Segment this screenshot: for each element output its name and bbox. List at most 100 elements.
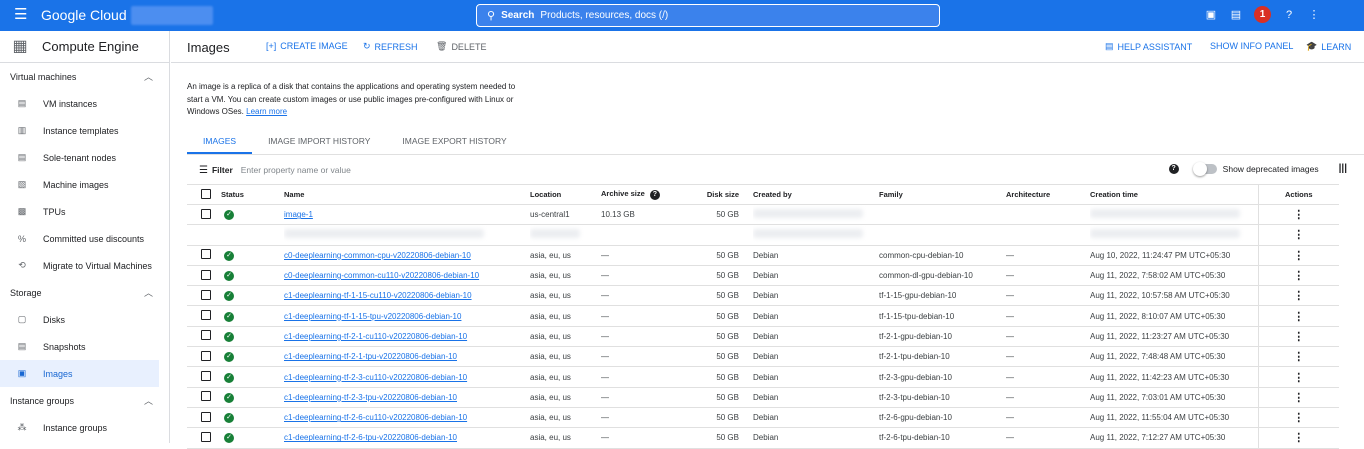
- image-name-link[interactable]: image-1: [284, 210, 313, 219]
- image-name-link[interactable]: c1-deeplearning-tf-1-15-tpu-v20220806-de…: [284, 312, 461, 321]
- image-name-link[interactable]: c1-deeplearning-tf-2-1-tpu-v20220806-deb…: [284, 352, 457, 361]
- image-name-link[interactable]: c1-deeplearning-tf-2-1-cu110-v20220806-d…: [284, 332, 467, 341]
- sidebar-item-snapshots[interactable]: ▤ Snapshots: [0, 333, 169, 360]
- row-checkbox[interactable]: [201, 269, 211, 280]
- col-created-by[interactable]: Created by: [753, 184, 879, 205]
- tab-image-export-history[interactable]: IMAGE EXPORT HISTORY: [386, 130, 522, 154]
- menu-icon[interactable]: ☰: [14, 7, 28, 22]
- help-assistant-button[interactable]: ▤ HELP ASSISTANT: [1105, 41, 1192, 52]
- more-actions-icon[interactable]: ⋮: [1257, 245, 1339, 266]
- disk-size-cell: 50 GB: [683, 326, 753, 348]
- row-checkbox[interactable]: [201, 391, 211, 402]
- sidebar-item-vm-instances[interactable]: ▤ VM instances: [0, 90, 169, 117]
- filter-input[interactable]: Enter property name or value: [241, 165, 351, 175]
- row-checkbox[interactable]: [201, 371, 211, 382]
- more-vert-icon[interactable]: ⋮: [1307, 8, 1321, 21]
- help-icon[interactable]: ?: [1282, 9, 1296, 21]
- sidebar-item-instance-templates[interactable]: ▥ Instance templates: [0, 117, 169, 144]
- create-image-button[interactable]: [+] CREATE IMAGE: [266, 41, 348, 51]
- learn-button[interactable]: 🎓 LEARN: [1306, 41, 1351, 52]
- sidebar-item-committed-use-discounts[interactable]: % Committed use discounts: [0, 225, 169, 252]
- more-actions-icon[interactable]: ⋮: [1257, 427, 1339, 449]
- delete-button[interactable]: 🗑 DELETE: [436, 41, 486, 52]
- image-name-link[interactable]: c1-deeplearning-tf-2-3-cu110-v20220806-d…: [284, 373, 467, 382]
- section-virtual-machines[interactable]: Virtual machines ︿: [0, 63, 169, 90]
- search-bar[interactable]: ⚲ Search Products, resources, docs (/): [476, 4, 940, 27]
- image-name-link[interactable]: c1-deeplearning-tf-2-6-tpu-v20220806-deb…: [284, 433, 457, 442]
- help-circle-icon[interactable]: ?: [649, 190, 660, 200]
- learn-more-link[interactable]: Learn more: [246, 107, 287, 116]
- brand-logo[interactable]: Google Cloud: [41, 7, 127, 23]
- col-creation-time[interactable]: Creation time: [1090, 184, 1258, 205]
- section-storage[interactable]: Storage ︿: [0, 279, 169, 306]
- image-name-link[interactable]: c1-deeplearning-tf-2-6-cu110-v20220806-d…: [284, 413, 467, 422]
- sidebar-item-sole-tenant-nodes[interactable]: ▤ Sole-tenant nodes: [0, 144, 169, 171]
- row-checkbox[interactable]: [201, 411, 211, 422]
- sidebar-item-tpus[interactable]: ▩ TPUs: [0, 198, 169, 225]
- sidebar-item-machine-images[interactable]: ▧ Machine images: [0, 171, 169, 198]
- sidebar-item-images[interactable]: ▣ Images: [0, 360, 159, 387]
- image-name-link[interactable]: c0-deeplearning-common-cpu-v20220806-deb…: [284, 251, 471, 260]
- sidebar-item-instance-groups[interactable]: ⁂ Instance groups: [0, 414, 169, 441]
- show-info-panel-button[interactable]: SHOW INFO PANEL: [1210, 41, 1293, 51]
- more-actions-icon[interactable]: ⋮: [1257, 346, 1339, 368]
- row-checkbox[interactable]: [201, 310, 211, 321]
- row-select-cell: [187, 366, 221, 388]
- archive-size-label: Archive size: [601, 189, 645, 198]
- location-cell: asia, eu, us: [530, 427, 601, 449]
- col-status[interactable]: Status: [221, 184, 284, 205]
- col-architecture[interactable]: Architecture: [1006, 184, 1090, 205]
- vm-icon: ▤: [17, 98, 27, 108]
- more-actions-icon[interactable]: ⋮: [1257, 265, 1339, 287]
- col-family[interactable]: Family: [879, 184, 1006, 205]
- row-checkbox[interactable]: [201, 208, 211, 219]
- row-checkbox[interactable]: [201, 289, 211, 300]
- sidebar-item-disks[interactable]: ▢ Disks: [0, 306, 169, 333]
- image-name-link[interactable]: c1-deeplearning-tf-1-15-cu110-v20220806-…: [284, 291, 472, 300]
- sidebar-item-migrate[interactable]: ⟲ Migrate to Virtual Machines: [0, 252, 169, 279]
- more-actions-icon[interactable]: ⋮: [1257, 305, 1339, 327]
- col-name[interactable]: Name: [284, 184, 530, 205]
- more-actions-icon[interactable]: ⋮: [1257, 224, 1339, 246]
- deprecated-toggle[interactable]: [1192, 161, 1217, 176]
- column-display-icon[interactable]: |||: [1339, 163, 1347, 174]
- col-location[interactable]: Location: [530, 184, 601, 205]
- row-checkbox[interactable]: [201, 330, 211, 341]
- cloud-shell-icon[interactable]: ▤: [1229, 8, 1243, 21]
- disk-size-cell: 50 GB: [683, 285, 753, 307]
- status-cell: ✓: [221, 285, 284, 307]
- location-cell: us-central1: [530, 204, 601, 226]
- row-select-cell: [187, 285, 221, 307]
- select-all-checkbox[interactable]: [201, 188, 211, 199]
- image-name-link[interactable]: c1-deeplearning-tf-2-3-tpu-v20220806-deb…: [284, 393, 457, 402]
- tab-image-import-history[interactable]: IMAGE IMPORT HISTORY: [252, 130, 386, 154]
- chevron-up-icon[interactable]: ︿: [144, 70, 153, 83]
- image-name-link[interactable]: c0-deeplearning-common-cu110-v20220806-d…: [284, 271, 479, 280]
- help-circle-icon[interactable]: ?: [1168, 163, 1179, 174]
- row-checkbox[interactable]: [201, 431, 211, 442]
- row-checkbox[interactable]: [201, 249, 211, 260]
- col-disk-size[interactable]: Disk size: [683, 184, 753, 205]
- section-instance-groups[interactable]: Instance groups ︿: [0, 387, 169, 414]
- row-checkbox[interactable]: [201, 350, 211, 361]
- table-row: ✓ c1-deeplearning-tf-2-3-cu110-v20220806-…: [187, 366, 1339, 388]
- disk-size-cell: 50 GB: [683, 265, 753, 287]
- more-actions-icon[interactable]: ⋮: [1257, 407, 1339, 429]
- more-actions-icon[interactable]: ⋮: [1257, 366, 1339, 388]
- tab-bar: IMAGES IMAGE IMPORT HISTORY IMAGE EXPORT…: [187, 130, 523, 154]
- col-archive-size[interactable]: Archive size ?: [601, 184, 683, 205]
- created-by-cell: Debian: [753, 265, 879, 287]
- project-selector[interactable]: [131, 6, 213, 25]
- more-actions-icon[interactable]: ⋮: [1257, 326, 1339, 348]
- location-cell: asia, eu, us: [530, 387, 601, 408]
- more-actions-icon[interactable]: ⋮: [1257, 204, 1339, 226]
- chevron-up-icon[interactable]: ︿: [144, 394, 153, 407]
- tab-images[interactable]: IMAGES: [187, 130, 253, 154]
- chevron-up-icon[interactable]: ︿: [144, 286, 153, 299]
- notifications-badge[interactable]: 1: [1254, 6, 1271, 23]
- row-select-cell: [187, 326, 221, 348]
- more-actions-icon[interactable]: ⋮: [1257, 387, 1339, 408]
- gift-icon[interactable]: ▣: [1204, 8, 1218, 21]
- refresh-button[interactable]: ↻ REFRESH: [363, 41, 418, 52]
- more-actions-icon[interactable]: ⋮: [1257, 285, 1339, 307]
